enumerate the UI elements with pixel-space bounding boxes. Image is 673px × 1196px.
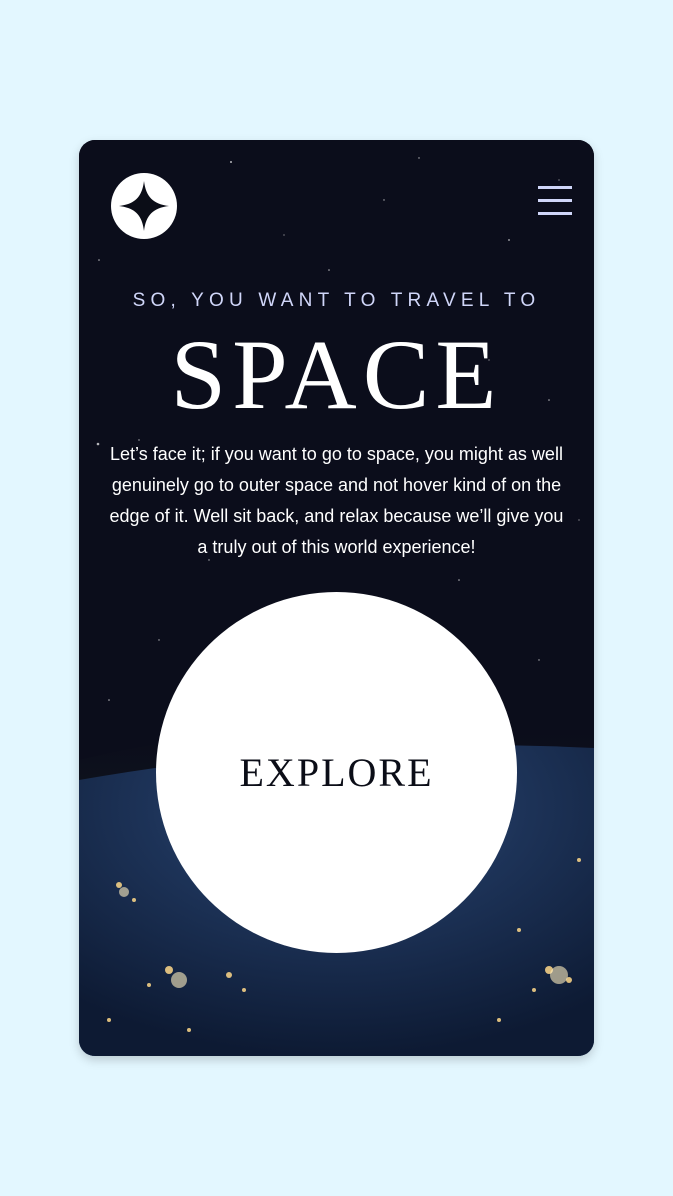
explore-button[interactable]: EXPLORE <box>156 592 517 953</box>
menu-line <box>538 186 572 189</box>
hero-card: SO, YOU WANT TO TRAVEL TO SPACE Let’s fa… <box>79 140 594 1056</box>
menu-line <box>538 212 572 215</box>
hero-tagline: SO, YOU WANT TO TRAVEL TO <box>132 290 541 311</box>
four-point-star-icon <box>119 181 169 231</box>
logo[interactable] <box>111 173 177 239</box>
explore-label: EXPLORE <box>239 750 434 795</box>
hamburger-menu-icon[interactable] <box>538 184 572 216</box>
hero-description: Let’s face it; if you want to go to spac… <box>109 444 564 557</box>
menu-line <box>538 199 572 202</box>
hero-headline: SPACE <box>170 319 503 430</box>
